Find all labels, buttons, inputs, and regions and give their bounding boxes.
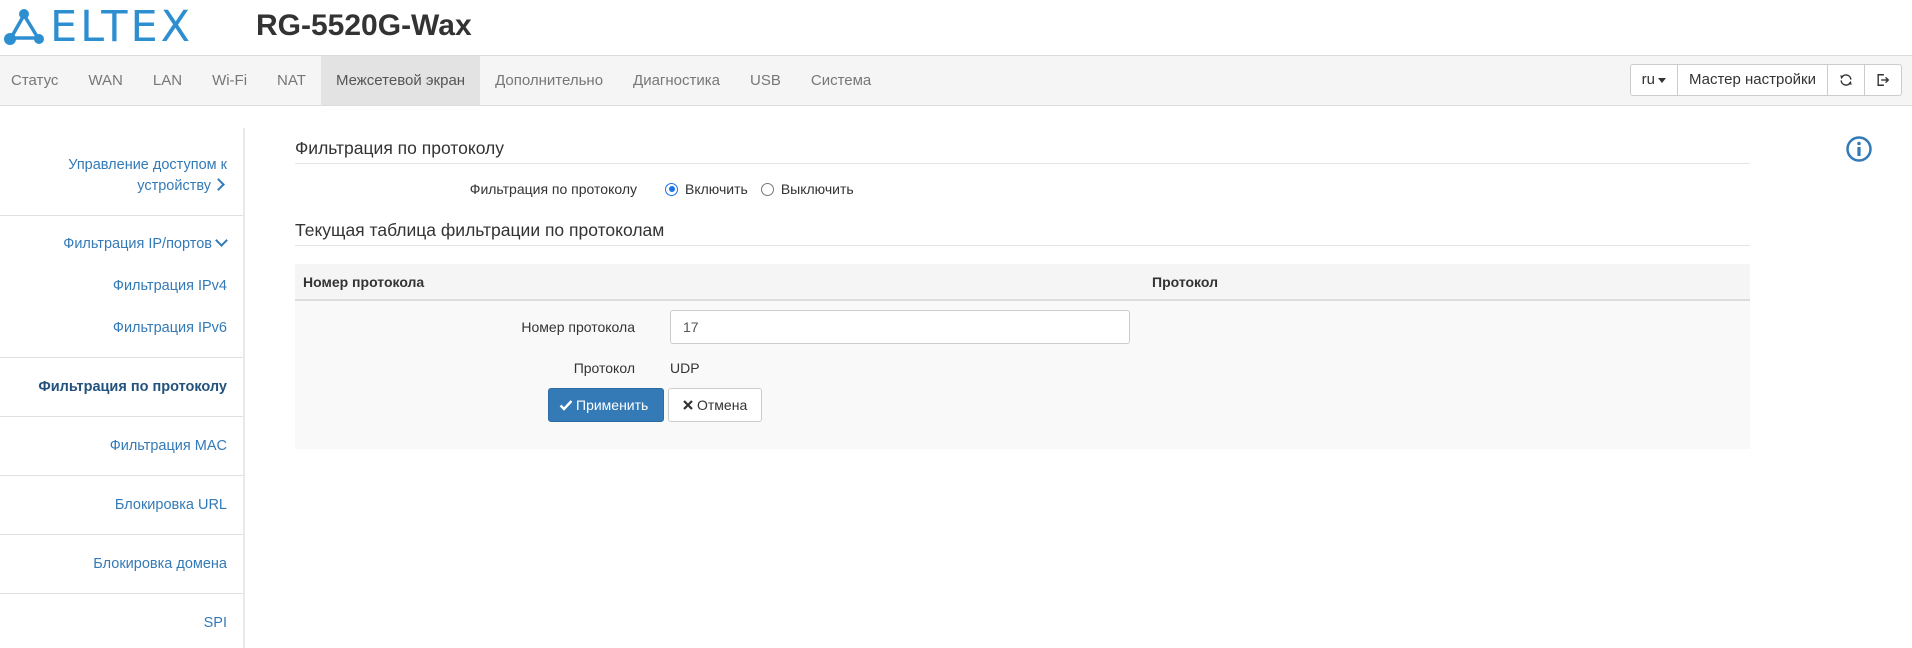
- protocol-filter-table: Номер протокола Протокол Номер протокола…: [295, 264, 1750, 449]
- protocol-label: Протокол: [573, 360, 635, 376]
- logout-button[interactable]: [1864, 64, 1902, 96]
- caret-down-icon: [1657, 77, 1666, 83]
- sidebar-item-url-block[interactable]: Блокировка URL: [115, 495, 227, 516]
- radio-enable-control[interactable]: [665, 182, 678, 196]
- sidebar-divider: [0, 215, 243, 216]
- sidebar-divider: [0, 593, 243, 594]
- sidebar-item-domain-block[interactable]: Блокировка домена: [93, 554, 227, 575]
- nav-toolbar: ru Мастер настройки: [1629, 64, 1902, 96]
- nav-item-diagnostics[interactable]: Диагностика: [618, 56, 735, 105]
- nav-item-wan[interactable]: WAN: [73, 56, 137, 105]
- main-navbar: Статус WAN LAN Wi-Fi NAT Межсетевой экра…: [0, 55, 1912, 106]
- sidebar-item-ipv4-filter[interactable]: Фильтрация IPv4: [113, 276, 227, 297]
- sidebar-divider: [0, 357, 243, 358]
- logo-text: ELTEX: [50, 2, 194, 52]
- refresh-icon: [1840, 74, 1852, 86]
- sidebar-item-label: устройству: [137, 178, 211, 194]
- sidebar-item-access-control[interactable]: Управление доступом к устройству: [68, 155, 227, 197]
- eltex-logo[interactable]: ELTEX: [2, 4, 198, 50]
- sidebar-divider: [0, 475, 243, 476]
- protocol-number-label: Номер протокола: [521, 319, 635, 335]
- nav-item-advanced[interactable]: Дополнительно: [480, 56, 618, 105]
- nav-item-usb[interactable]: USB: [735, 56, 796, 105]
- language-value: ru: [1641, 71, 1655, 88]
- table-edit-row: Номер протокола 17 Протокол UDP Применит…: [295, 301, 1750, 449]
- section-title-protocol-filter: Фильтрация по протоколу: [295, 137, 1750, 164]
- nav-item-system[interactable]: Система: [796, 56, 886, 105]
- radio-disable[interactable]: Выключить: [760, 179, 854, 199]
- nav-item-lan[interactable]: LAN: [138, 56, 197, 105]
- eltex-logo-icon: [4, 9, 44, 45]
- chevron-right-icon: [212, 178, 225, 191]
- radio-disable-control[interactable]: [760, 182, 774, 196]
- sidebar-item-mac-filter[interactable]: Фильтрация MAC: [110, 436, 227, 457]
- sidebar-item-ipv6-filter[interactable]: Фильтрация IPv6: [113, 318, 227, 339]
- nav-item-status[interactable]: Статус: [0, 56, 73, 105]
- refresh-button[interactable]: [1827, 64, 1865, 96]
- radio-disable-label: Выключить: [780, 181, 854, 197]
- table-header: Номер протокола Протокол: [295, 264, 1750, 301]
- section-title-protocol-table: Текущая таблица фильтрации по протоколам: [295, 219, 1750, 246]
- setup-wizard-button[interactable]: Мастер настройки: [1676, 64, 1828, 96]
- sidebar-divider: [0, 534, 243, 535]
- nav-menu: Статус WAN LAN Wi-Fi NAT Межсетевой экра…: [0, 56, 886, 105]
- check-icon: [559, 400, 573, 411]
- radio-enable-label: Включить: [685, 181, 748, 197]
- logout-icon: [1877, 74, 1890, 86]
- nav-item-nat[interactable]: NAT: [262, 56, 321, 105]
- header: ELTEX RG-5520G-Wax: [0, 0, 1912, 55]
- sidebar-item-label: Фильтрация IP/портов: [63, 236, 212, 252]
- close-icon: [683, 400, 693, 410]
- sidebar-item-label: Управление доступом к: [68, 157, 227, 173]
- sidebar-item-protocol-filter[interactable]: Фильтрация по протоколу: [38, 377, 227, 398]
- sidebar: Управление доступом к устройству Фильтра…: [0, 128, 245, 648]
- apply-button[interactable]: Применить: [548, 388, 664, 422]
- nav-item-firewall[interactable]: Межсетевой экран: [320, 56, 481, 105]
- protocol-number-input[interactable]: 17: [670, 310, 1130, 344]
- info-icon[interactable]: [1845, 135, 1873, 163]
- column-header-protocol-number: Номер протокола: [303, 274, 425, 290]
- sidebar-divider: [0, 416, 243, 417]
- protocol-filter-radio-group: Включить Выключить: [665, 179, 867, 199]
- apply-button-label: Применить: [576, 397, 649, 413]
- protocol-filter-label: Фильтрация по протоколу: [469, 181, 637, 197]
- radio-enable[interactable]: Включить: [665, 179, 748, 199]
- sidebar-item-ip-port-filter[interactable]: Фильтрация IP/портов: [63, 234, 228, 255]
- chevron-down-icon: [215, 234, 228, 247]
- sidebar-item-spi[interactable]: SPI: [204, 613, 227, 634]
- device-title: RG-5520G-Wax: [256, 9, 472, 42]
- language-dropdown[interactable]: ru: [1629, 64, 1678, 96]
- protocol-value: UDP: [670, 360, 700, 376]
- column-header-protocol: Протокол: [1152, 274, 1218, 290]
- cancel-button-label: Отмена: [697, 397, 748, 413]
- cancel-button[interactable]: Отмена: [668, 388, 762, 422]
- nav-item-wifi[interactable]: Wi-Fi: [197, 56, 262, 105]
